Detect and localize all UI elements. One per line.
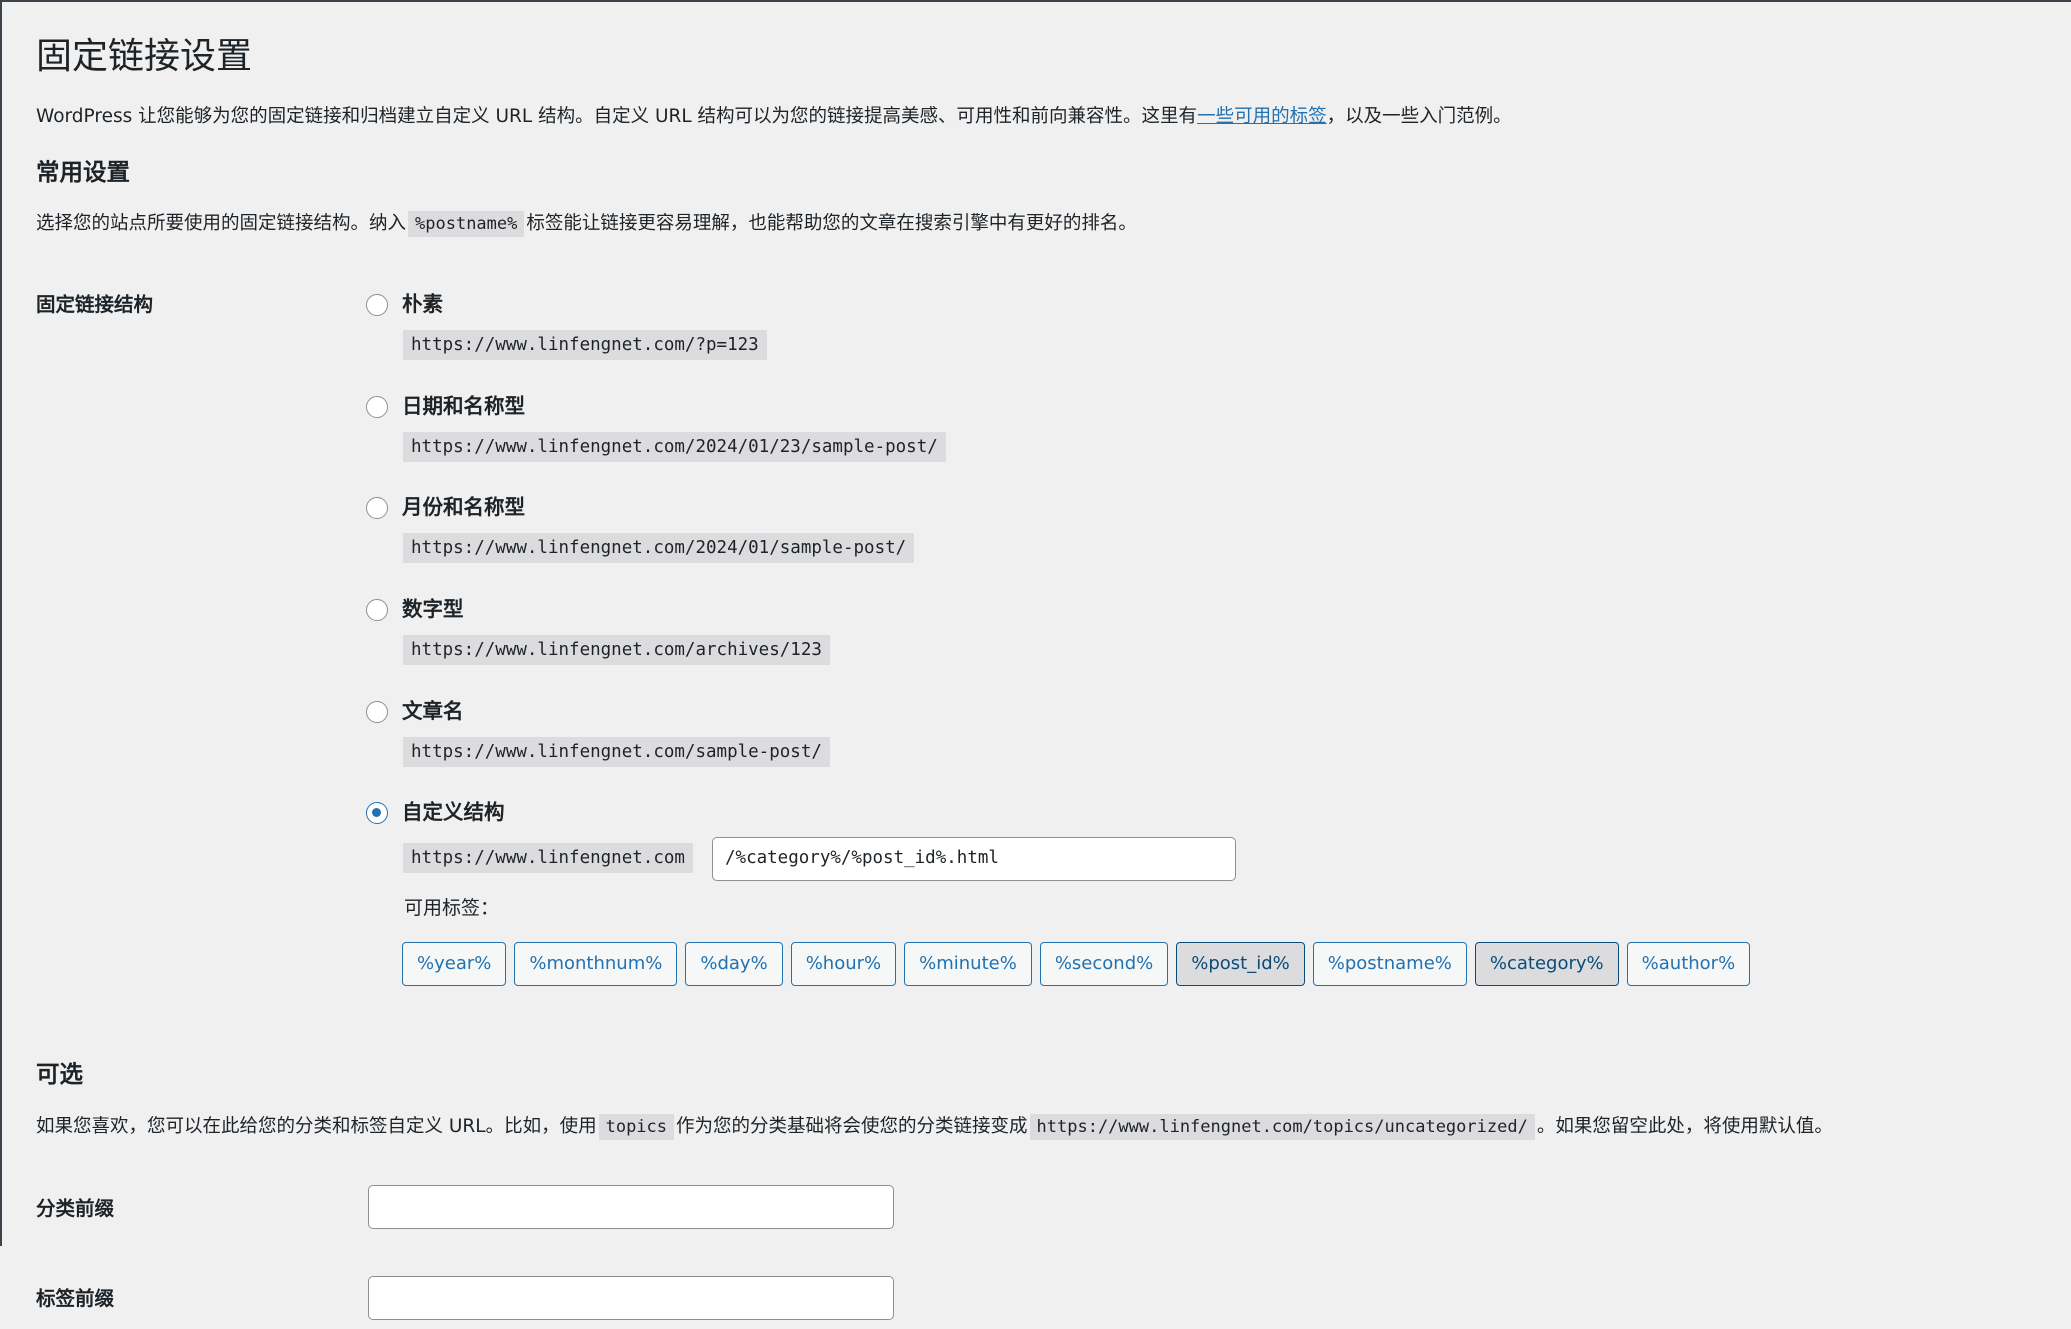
tag-button-minute[interactable]: %minute% bbox=[904, 942, 1032, 986]
optional-desc: 如果您喜欢，您可以在此给您的分类和标签自定义 URL。比如，使用 topics 作为… bbox=[36, 1112, 1833, 1142]
option-month-name-label[interactable]: 月份和名称型 bbox=[402, 492, 525, 522]
option-custom-label[interactable]: 自定义结构 bbox=[402, 797, 505, 827]
common-desc-before: 选择您的站点所要使用的固定链接结构。纳入 bbox=[36, 213, 407, 234]
option-numeric-example: https://www.linfengnet.com/archives/123 bbox=[403, 635, 830, 665]
available-tags-list: %year% %monthnum% %day% %hour% %minute% … bbox=[402, 942, 1751, 986]
intro-text: WordPress 让您能够为您的固定链接和归档建立自定义 URL 结构。自定义… bbox=[36, 102, 1512, 132]
radio-day-name[interactable] bbox=[366, 396, 388, 418]
tag-base-label: 标签前缀 bbox=[36, 1287, 115, 1310]
optional-desc-after: 。如果您留空此处，将使用默认值。 bbox=[1536, 1116, 1833, 1137]
permalink-structure-label: 固定链接结构 bbox=[36, 293, 154, 316]
common-settings-title: 常用设置 bbox=[36, 158, 130, 186]
available-tags-link[interactable]: 一些可用的标签 bbox=[1197, 106, 1327, 127]
left-edge-gap bbox=[0, 1246, 2, 1329]
option-day-name-example: https://www.linfengnet.com/2024/01/23/sa… bbox=[403, 432, 946, 462]
topics-code: topics bbox=[598, 1114, 675, 1140]
settings-page: 固定链接设置 WordPress 让您能够为您的固定链接和归档建立自定义 URL… bbox=[36, 2, 2051, 1327]
common-desc-after: 标签能让链接更容易理解，也能帮助您的文章在搜索引擎中有更好的排名。 bbox=[526, 213, 1137, 234]
tag-button-postname[interactable]: %postname% bbox=[1312, 942, 1467, 986]
tag-button-monthnum[interactable]: %monthnum% bbox=[514, 942, 678, 986]
option-month-name-example: https://www.linfengnet.com/2024/01/sampl… bbox=[403, 533, 915, 563]
custom-structure-prefix: https://www.linfengnet.com bbox=[403, 843, 693, 873]
tag-button-second[interactable]: %second% bbox=[1039, 942, 1169, 986]
custom-structure-input[interactable]: /%category%/%post_id%.html bbox=[712, 837, 1236, 881]
optional-title: 可选 bbox=[36, 1060, 83, 1088]
radio-month-name[interactable] bbox=[366, 497, 388, 519]
tag-button-year[interactable]: %year% bbox=[402, 942, 507, 986]
tag-button-hour[interactable]: %hour% bbox=[790, 942, 897, 986]
radio-post-name[interactable] bbox=[366, 701, 388, 723]
tag-base-input[interactable] bbox=[368, 1276, 894, 1320]
page-title: 固定链接设置 bbox=[36, 36, 253, 77]
tag-button-post-id[interactable]: %post_id% bbox=[1176, 942, 1305, 986]
radio-plain[interactable] bbox=[366, 294, 388, 316]
tag-button-category[interactable]: %category% bbox=[1474, 942, 1619, 986]
option-post-name-label[interactable]: 文章名 bbox=[402, 696, 464, 726]
available-tags-label: 可用标签： bbox=[404, 897, 500, 919]
intro-text-before: WordPress 让您能够为您的固定链接和归档建立自定义 URL 结构。自定义… bbox=[36, 106, 1198, 127]
optional-desc-before: 如果您喜欢，您可以在此给您的分类和标签自定义 URL。比如，使用 bbox=[36, 1116, 597, 1137]
optional-desc-middle: 作为您的分类基础将会使您的分类链接变成 bbox=[676, 1116, 1028, 1137]
category-base-input[interactable] bbox=[368, 1185, 894, 1229]
radio-custom[interactable] bbox=[366, 802, 388, 824]
option-plain-example: https://www.linfengnet.com/?p=123 bbox=[403, 330, 767, 360]
topics-url-code: https://www.linfengnet.com/topics/uncate… bbox=[1029, 1114, 1535, 1140]
intro-text-after: ，以及一些入门范例。 bbox=[1326, 106, 1512, 127]
category-base-label: 分类前缀 bbox=[36, 1197, 115, 1220]
option-plain-label[interactable]: 朴素 bbox=[402, 289, 443, 319]
option-post-name-example: https://www.linfengnet.com/sample-post/ bbox=[403, 737, 830, 767]
option-numeric-label[interactable]: 数字型 bbox=[402, 594, 464, 624]
tag-button-author[interactable]: %author% bbox=[1626, 942, 1751, 986]
postname-code: %postname% bbox=[408, 211, 525, 237]
common-settings-desc: 选择您的站点所要使用的固定链接结构。纳入 %postname% 标签能让链接更容易理… bbox=[36, 209, 1137, 239]
tag-button-day[interactable]: %day% bbox=[685, 942, 783, 986]
option-day-name-label[interactable]: 日期和名称型 bbox=[402, 391, 525, 421]
radio-numeric[interactable] bbox=[366, 599, 388, 621]
